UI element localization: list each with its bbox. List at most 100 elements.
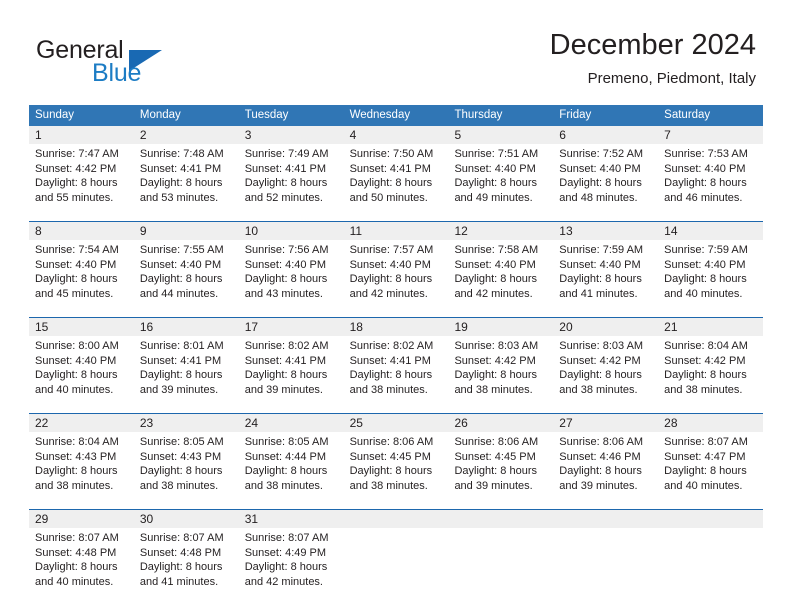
weekday-header-sunday: Sunday [35,109,75,121]
day-number[interactable]: 7 [658,126,763,144]
day-number[interactable]: 15 [29,318,134,336]
page-title: December 2024 [549,29,756,61]
day-cell[interactable]: Sunrise: 7:59 AM Sunset: 4:40 PM Daylight:… [553,240,658,308]
sunset-text: Sunset: 4:49 PM [244,546,327,559]
day-number[interactable]: 19 [448,318,553,336]
day-number[interactable]: 10 [239,222,344,240]
sunrise-text: Sunrise: 8:07 AM [244,532,329,544]
calendar-week-row: 1 2 3 4 5 6 7 Sunrise: 7:47 AM Sunset: 4:42 PM Da… [29,126,763,212]
sunset-text: Sunset: 4:40 PM [454,162,536,175]
sunset-text: Sunset: 4:40 PM [35,354,117,367]
day-cell[interactable]: Sunrise: 8:05 AM Sunset: 4:43 PM Daylight:… [134,432,239,500]
calendar-week-row: 8 9 10 11 12 13 14 Sunrise: 7:54 AM Sunset: 4:40… [29,221,763,308]
day-number[interactable]: 16 [134,318,239,336]
day-cell[interactable]: Sunrise: 8:07 AM Sunset: 4:48 PM Daylight:… [29,528,134,596]
day-cell[interactable]: Sunrise: 7:47 AM Sunset: 4:42 PM Daylight:… [29,144,134,212]
sunrise-text: Sunrise: 8:04 AM [35,436,119,448]
daylight-text: and 39 minutes. [559,479,638,492]
day-number[interactable]: 23 [134,414,239,432]
day-number[interactable]: 17 [239,318,344,336]
day-number[interactable]: 24 [239,414,344,432]
day-cell[interactable]: Sunrise: 8:06 AM Sunset: 4:46 PM Daylight:… [553,432,658,500]
day-number[interactable]: 11 [344,222,449,240]
sunset-text: Sunset: 4:42 PM [664,354,746,367]
day-cell[interactable]: Sunrise: 8:03 AM Sunset: 4:42 PM Daylight:… [553,336,658,404]
day-cell[interactable]: Sunrise: 7:53 AM Sunset: 4:40 PM Daylight:… [658,144,763,212]
generalblue-logo[interactable]: General Blue [36,36,256,92]
sunset-text: Sunset: 4:43 PM [139,450,222,463]
day-cell[interactable]: Sunrise: 8:06 AM Sunset: 4:45 PM Daylight:… [448,432,553,500]
day-number[interactable]: 29 [29,510,134,528]
day-number[interactable]: 25 [344,414,449,432]
day-cell[interactable]: Sunrise: 8:02 AM Sunset: 4:41 PM Daylight:… [239,336,344,404]
day-number[interactable]: 4 [344,126,449,144]
sunset-text: Sunset: 4:40 PM [35,258,117,271]
daylight-text: and 52 minutes. [244,191,323,204]
day-cell[interactable]: Sunrise: 8:00 AM Sunset: 4:40 PM Daylight:… [29,336,134,404]
daylight-text: Daylight: 8 hours [139,561,223,574]
daylight-text: Daylight: 8 hours [244,561,328,574]
daylight-text: and 48 minutes. [559,191,638,204]
sunset-text: Sunset: 4:47 PM [664,450,746,463]
logo-text-blue: Blue [92,59,142,87]
daylight-text: Daylight: 8 hours [349,465,433,478]
day-number[interactable]: 8 [29,222,134,240]
day-cell[interactable]: Sunrise: 7:58 AM Sunset: 4:40 PM Daylight:… [448,240,553,308]
day-cell[interactable]: Sunrise: 7:48 AM Sunset: 4:41 PM Daylight:… [134,144,239,212]
day-cell[interactable]: Sunrise: 8:07 AM Sunset: 4:49 PM Daylight:… [239,528,344,596]
day-number[interactable]: 5 [448,126,553,144]
day-cell[interactable]: Sunrise: 8:05 AM Sunset: 4:44 PM Daylight:… [239,432,344,500]
day-cell[interactable]: Sunrise: 7:50 AM Sunset: 4:41 PM Daylight:… [344,144,449,212]
day-cell[interactable]: Sunrise: 8:04 AM Sunset: 4:42 PM Daylight:… [658,336,763,404]
daylight-text: Daylight: 8 hours [559,177,642,190]
sunset-text: Sunset: 4:44 PM [244,450,327,463]
day-cell[interactable]: Sunrise: 8:06 AM Sunset: 4:45 PM Daylight:… [344,432,449,500]
sunrise-text: Sunrise: 8:02 AM [349,340,434,352]
day-number[interactable]: 18 [344,318,449,336]
day-number[interactable]: 14 [658,222,763,240]
day-cell[interactable]: Sunrise: 8:01 AM Sunset: 4:41 PM Daylight:… [134,336,239,404]
day-number[interactable]: 27 [553,414,658,432]
day-number[interactable]: 22 [29,414,134,432]
weekday-header-friday: Friday [559,109,592,121]
weekday-header-tuesday: Tuesday [244,109,289,121]
day-cell[interactable]: Sunrise: 7:51 AM Sunset: 4:40 PM Daylight:… [448,144,553,212]
day-number[interactable]: 21 [658,318,763,336]
day-number[interactable]: 2 [134,126,239,144]
day-number[interactable]: 6 [553,126,658,144]
day-cell[interactable]: Sunrise: 8:07 AM Sunset: 4:48 PM Daylight:… [134,528,239,596]
day-number[interactable]: 13 [553,222,658,240]
day-number[interactable]: 28 [658,414,763,432]
day-cell[interactable]: Sunrise: 7:49 AM Sunset: 4:41 PM Daylight:… [239,144,344,212]
day-cell[interactable]: Sunrise: 8:02 AM Sunset: 4:41 PM Daylight:… [344,336,449,404]
day-cell[interactable]: Sunrise: 7:55 AM Sunset: 4:40 PM Daylight:… [134,240,239,308]
weekday-header-wednesday: Wednesday [349,109,411,121]
weekday-header-row: Sunday Monday Tuesday Wednesday Thursday Frid… [29,105,763,126]
daylight-text: Daylight: 8 hours [454,369,537,382]
day-number[interactable]: 9 [134,222,239,240]
day-cell[interactable]: Sunrise: 7:56 AM Sunset: 4:40 PM Daylight:… [239,240,344,308]
day-number[interactable]: 20 [553,318,658,336]
calendar-page: General Blue December 2024 Premeno, Pied… [0,0,792,612]
day-number[interactable]: 30 [134,510,239,528]
sunset-text: Sunset: 4:41 PM [244,162,327,175]
day-cell[interactable]: Sunrise: 8:07 AM Sunset: 4:47 PM Daylight:… [658,432,763,500]
day-cell[interactable]: Sunrise: 8:03 AM Sunset: 4:42 PM Daylight:… [448,336,553,404]
sunset-text: Sunset: 4:42 PM [559,354,641,367]
sunrise-text: Sunrise: 8:00 AM [35,340,119,352]
daylight-text: Daylight: 8 hours [454,273,537,286]
day-number[interactable]: 26 [448,414,553,432]
day-number[interactable]: 31 [239,510,344,528]
day-number[interactable]: 3 [239,126,344,144]
sunset-text: Sunset: 4:48 PM [35,546,117,559]
daylight-text: and 39 minutes. [454,479,533,492]
day-number[interactable]: 12 [448,222,553,240]
day-cell[interactable]: Sunrise: 7:54 AM Sunset: 4:40 PM Daylight:… [29,240,134,308]
day-cell[interactable]: Sunrise: 7:59 AM Sunset: 4:40 PM Daylight:… [658,240,763,308]
day-number[interactable]: 1 [29,126,134,144]
day-number-empty [344,510,449,528]
daylight-text: Daylight: 8 hours [139,273,223,286]
day-cell[interactable]: Sunrise: 7:57 AM Sunset: 4:40 PM Daylight:… [344,240,449,308]
day-cell[interactable]: Sunrise: 8:04 AM Sunset: 4:43 PM Daylight:… [29,432,134,500]
day-cell[interactable]: Sunrise: 7:52 AM Sunset: 4:40 PM Daylight:… [553,144,658,212]
